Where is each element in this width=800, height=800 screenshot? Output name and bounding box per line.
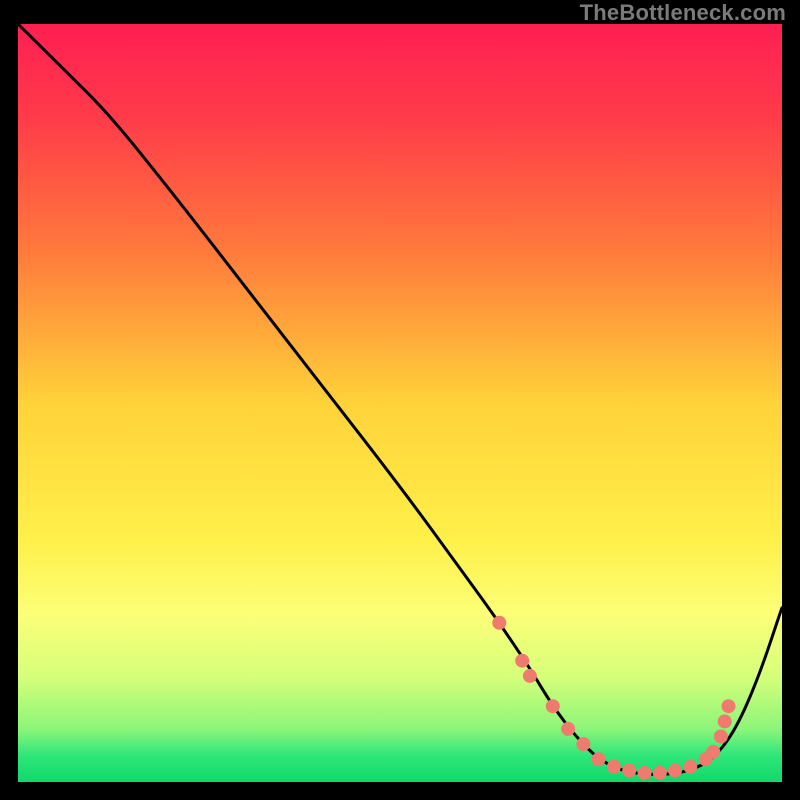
curve-marker — [722, 700, 735, 713]
curve-marker — [684, 760, 697, 773]
curve-marker — [516, 654, 529, 667]
curve-marker — [523, 669, 536, 682]
chart-svg — [18, 24, 782, 782]
curve-marker — [562, 722, 575, 735]
chart-frame: TheBottleneck.com — [0, 0, 800, 800]
curve-marker — [546, 700, 559, 713]
curve-marker — [638, 766, 651, 779]
curve-marker — [707, 745, 720, 758]
curve-marker — [623, 764, 636, 777]
curve-marker — [592, 753, 605, 766]
curve-marker — [714, 730, 727, 743]
curve-marker — [607, 760, 620, 773]
watermark-text: TheBottleneck.com — [580, 0, 786, 26]
curve-marker — [653, 766, 666, 779]
curve-marker — [577, 738, 590, 751]
curve-marker — [718, 715, 731, 728]
curve-marker — [493, 616, 506, 629]
plot-area — [18, 24, 782, 782]
curve-marker — [669, 764, 682, 777]
gradient-background — [18, 24, 782, 782]
